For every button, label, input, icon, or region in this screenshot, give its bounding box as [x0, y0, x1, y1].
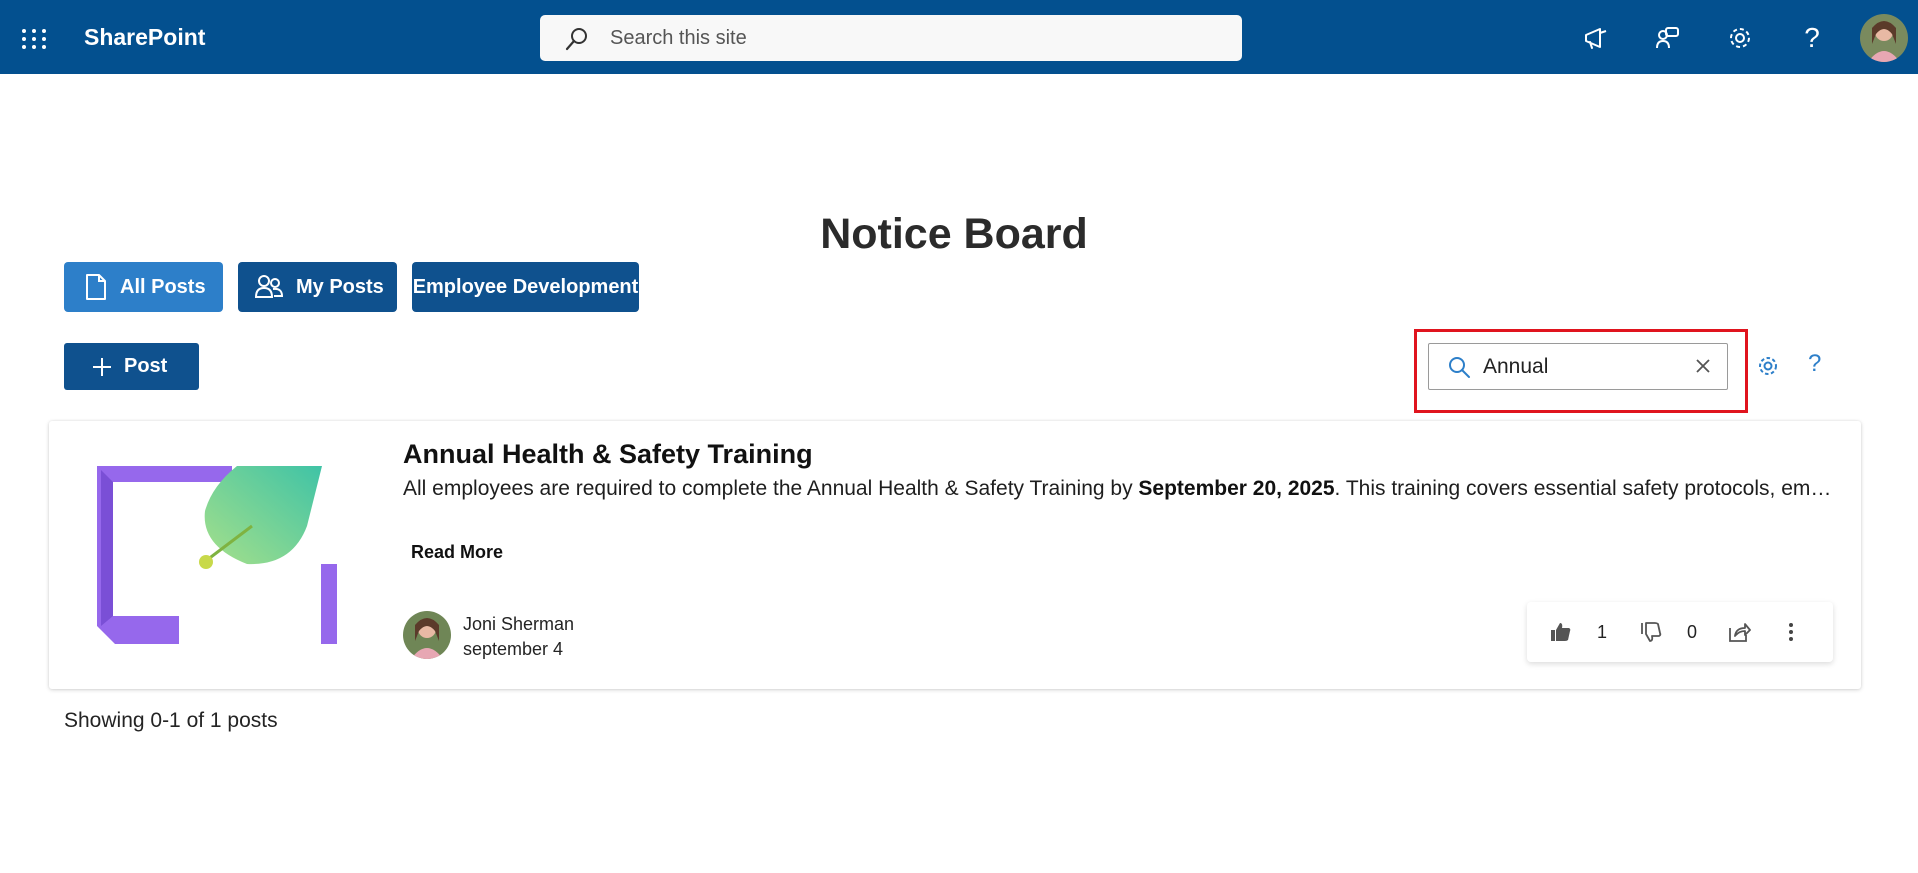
post-date: september 4: [463, 639, 564, 659]
post-title[interactable]: Annual Health & Safety Training: [403, 439, 813, 470]
search-icon: [1449, 357, 1470, 378]
post-excerpt-text: All employees are required to complete t…: [403, 477, 1139, 500]
post-excerpt: All employees are required to complete t…: [403, 477, 1833, 501]
post-excerpt-text: . This training covers essential safety …: [1334, 477, 1833, 500]
read-more-link[interactable]: Read More: [411, 542, 503, 563]
post-excerpt-date: September 20, 2025: [1138, 477, 1335, 500]
tab-employee-development[interactable]: Employee Development: [412, 262, 639, 312]
tab-label: Employee Development: [412, 275, 639, 298]
gear-icon[interactable]: [1756, 354, 1780, 378]
feedback-icon[interactable]: [1652, 22, 1684, 54]
tab-label: My Posts: [296, 275, 384, 298]
search-icon: [565, 28, 587, 51]
tab-my-posts[interactable]: My Posts: [238, 262, 397, 312]
like-count: 1: [1597, 622, 1608, 642]
help-icon[interactable]: ?: [1808, 350, 1821, 378]
document-icon: [86, 274, 106, 300]
gear-icon[interactable]: [1724, 22, 1756, 54]
results-count: Showing 0-1 of 1 posts: [64, 709, 278, 732]
post-card: Annual Health & Safety Training All empl…: [49, 421, 1861, 689]
author-name: Joni Sherman: [463, 614, 575, 634]
post-actions: 1 0: [1527, 602, 1833, 662]
plus-icon: [93, 357, 111, 376]
tab-label: All Posts: [120, 275, 206, 298]
app-name[interactable]: SharePoint: [84, 24, 205, 51]
dislike-icon[interactable]: [1639, 620, 1663, 644]
new-post-button[interactable]: Post: [64, 343, 199, 390]
site-search[interactable]: [540, 15, 1242, 61]
site-search-input[interactable]: [610, 23, 1210, 53]
post-thumbnail: [97, 466, 337, 644]
like-icon[interactable]: [1549, 620, 1573, 644]
suite-bar: SharePoint ?: [0, 0, 1918, 74]
share-icon[interactable]: [1727, 620, 1751, 644]
page-title: Notice Board: [820, 210, 1088, 258]
post-filter-input[interactable]: [1483, 353, 1683, 381]
help-icon[interactable]: ?: [1796, 22, 1828, 54]
author-avatar: [403, 611, 451, 659]
dislike-count: 0: [1687, 622, 1698, 642]
tab-all-posts[interactable]: All Posts: [64, 262, 223, 312]
megaphone-icon[interactable]: [1580, 22, 1612, 54]
app-launcher-icon[interactable]: [20, 24, 50, 54]
people-icon: [254, 275, 284, 298]
post-filter[interactable]: [1428, 343, 1728, 390]
more-options-icon[interactable]: [1783, 620, 1799, 644]
close-icon[interactable]: [1693, 356, 1713, 376]
avatar[interactable]: [1860, 14, 1908, 62]
